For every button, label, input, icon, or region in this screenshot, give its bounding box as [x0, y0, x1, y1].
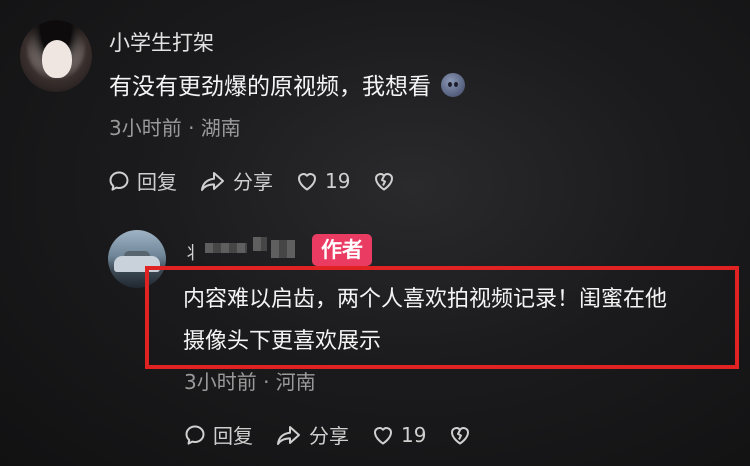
- reply-meta: 3小时前 · 河南: [184, 370, 316, 394]
- dislike-button[interactable]: [448, 423, 478, 447]
- reply-bubble-icon: [109, 171, 129, 191]
- share-label: 分享: [233, 170, 273, 194]
- like-count: 19: [325, 168, 351, 193]
- dislike-button[interactable]: [372, 169, 402, 193]
- avatar-face: [42, 40, 72, 78]
- reply-bubble-icon: [185, 425, 205, 445]
- username-pixelation: [271, 240, 295, 258]
- share-arrow-icon: [277, 425, 300, 445]
- broken-heart-icon: [375, 172, 394, 190]
- share-button[interactable]: 分享: [199, 166, 273, 195]
- heart-icon: [298, 172, 316, 190]
- commenter-avatar[interactable]: [20, 20, 92, 92]
- highlight-annotation-box: [145, 266, 739, 369]
- reply-button[interactable]: 回复: [107, 166, 177, 195]
- like-button[interactable]: 19: [371, 423, 426, 447]
- username-pixelation: [205, 243, 247, 253]
- share-arrow-icon: [201, 171, 224, 191]
- share-button[interactable]: 分享: [275, 420, 349, 449]
- author-badge: 作者: [312, 234, 372, 266]
- author-username-blurred[interactable]: 丬: [183, 237, 301, 264]
- comment-meta: 3小时前 · 湖南: [109, 116, 241, 140]
- smile-emoji-icon: [441, 73, 465, 97]
- username-pixelation: [253, 237, 267, 251]
- reply-button[interactable]: 回复: [183, 420, 253, 449]
- reply-label: 回复: [137, 170, 177, 194]
- broken-heart-icon: [451, 426, 470, 444]
- comment-username[interactable]: 小学生打架: [109, 27, 214, 57]
- reply-label: 回复: [213, 424, 253, 448]
- username-visible-glyph: 丬: [183, 243, 201, 264]
- like-count: 19: [401, 422, 427, 447]
- reply-actions: 回复 分享 19: [183, 420, 478, 449]
- comment-actions: 回复 分享 19: [107, 166, 402, 195]
- heart-icon: [374, 426, 392, 444]
- comment-text-body: 有没有更劲爆的原视频，我想看: [109, 74, 431, 100]
- comment-text: 有没有更劲爆的原视频，我想看: [109, 67, 465, 101]
- like-button[interactable]: 19: [295, 169, 350, 193]
- share-label: 分享: [309, 424, 349, 448]
